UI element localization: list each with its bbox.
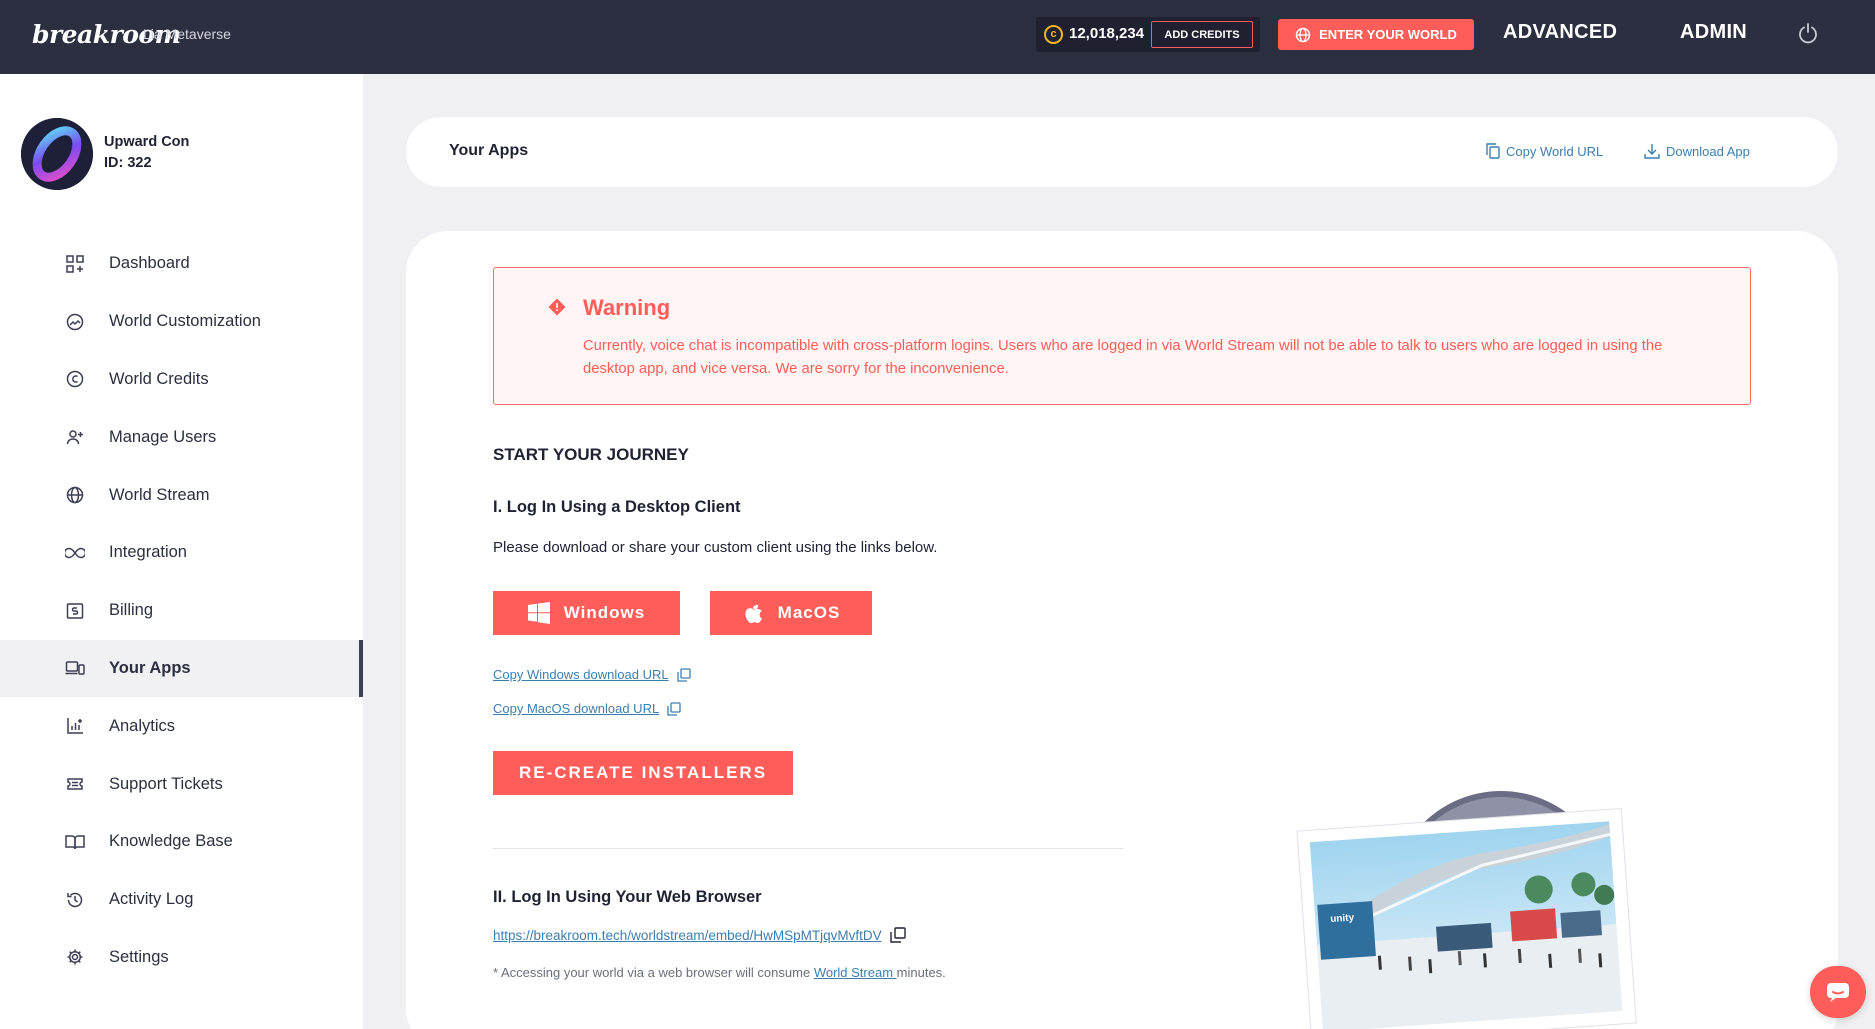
copy-world-url-button[interactable]: Copy World URL bbox=[1486, 143, 1603, 159]
sidebar-item-settings[interactable]: Settings bbox=[0, 929, 363, 987]
dashboard-icon bbox=[64, 253, 86, 275]
desktop-client-text: Please download or share your custom cli… bbox=[493, 539, 938, 556]
warning-banner: Warning Currently, voice chat is incompa… bbox=[493, 267, 1751, 405]
coin-icon: c bbox=[1044, 25, 1063, 44]
footnote-prefix: * Accessing your world via a web browser… bbox=[493, 965, 814, 980]
gear-icon bbox=[64, 946, 86, 968]
top-bar: breakroom Lia Metaverse c 12,018,234 ADD… bbox=[0, 0, 1875, 74]
credits-icon bbox=[64, 368, 86, 390]
sidebar-item-activity-log[interactable]: Activity Log bbox=[0, 871, 363, 929]
chat-support-button[interactable] bbox=[1810, 966, 1866, 1018]
infinity-icon bbox=[64, 542, 86, 564]
avatar[interactable] bbox=[21, 118, 93, 190]
sidebar-item-manage-users[interactable]: Manage Users bbox=[0, 408, 363, 466]
sidebar-item-label: Dashboard bbox=[109, 254, 190, 273]
content-card: Warning Currently, voice chat is incompa… bbox=[406, 231, 1838, 1029]
macos-download-button[interactable]: MacOS bbox=[710, 591, 872, 635]
sidebar-item-label: Activity Log bbox=[109, 890, 194, 909]
profile-name: Upward Con bbox=[104, 134, 190, 150]
add-user-icon bbox=[64, 426, 86, 448]
devices-icon bbox=[64, 657, 86, 679]
sidebar-item-label: World Stream bbox=[109, 485, 210, 504]
sidebar-item-label: Billing bbox=[109, 601, 154, 620]
profile-id: ID: 322 bbox=[104, 155, 152, 171]
warning-text: Currently, voice chat is incompatible wi… bbox=[583, 338, 1663, 377]
sidebar-item-label: World Customization bbox=[109, 312, 261, 331]
sidebar-item-label: Settings bbox=[109, 947, 169, 966]
org-name: Lia Metaverse bbox=[143, 26, 231, 42]
apple-icon bbox=[745, 604, 762, 624]
book-icon bbox=[64, 831, 86, 853]
copy-icon bbox=[676, 667, 691, 682]
download-app-label: Download App bbox=[1666, 143, 1750, 159]
world-stream-url-label: https://breakroom.tech/worldstream/embed… bbox=[493, 927, 882, 943]
warning-icon bbox=[548, 298, 566, 316]
copy-icon bbox=[1486, 143, 1500, 159]
sidebar-nav: Dashboard World Customization World Cred… bbox=[0, 235, 363, 986]
download-icon bbox=[1644, 144, 1660, 159]
footnote: * Accessing your world via a web browser… bbox=[493, 965, 946, 980]
page-header: Your Apps Copy World URL Download App bbox=[406, 117, 1838, 187]
admin-link[interactable]: ADMIN bbox=[1680, 21, 1747, 44]
palette-icon bbox=[64, 311, 86, 333]
desktop-client-heading: I. Log In Using a Desktop Client bbox=[493, 498, 741, 516]
world-preview-illustration: unity bbox=[1296, 791, 1637, 1029]
sidebar-item-billing[interactable]: Billing bbox=[0, 582, 363, 640]
globe-icon bbox=[1295, 27, 1311, 42]
sidebar-item-integration[interactable]: Integration bbox=[0, 524, 363, 582]
sidebar-item-world-stream[interactable]: World Stream bbox=[0, 466, 363, 524]
credits-panel: c 12,018,234 ADD CREDITS bbox=[1036, 17, 1260, 52]
sidebar-item-label: Support Tickets bbox=[109, 774, 223, 793]
copy-macos-url-link[interactable]: Copy MacOS download URL bbox=[493, 701, 681, 716]
world-stream-link[interactable]: World Stream bbox=[814, 965, 897, 980]
page-title: Your Apps bbox=[449, 142, 529, 159]
ticket-icon bbox=[64, 773, 86, 795]
advanced-link[interactable]: ADVANCED bbox=[1503, 21, 1617, 44]
journey-heading: START YOUR JOURNEY bbox=[493, 445, 689, 464]
history-icon bbox=[64, 889, 86, 911]
analytics-icon bbox=[64, 715, 86, 737]
copy-icon bbox=[667, 701, 681, 716]
copy-macos-url-label: Copy MacOS download URL bbox=[493, 701, 660, 716]
windows-label: Windows bbox=[563, 603, 646, 622]
enter-world-label: ENTER YOUR WORLD bbox=[1319, 27, 1457, 42]
sidebar-item-label: Manage Users bbox=[109, 427, 217, 446]
sidebar-item-your-apps[interactable]: Your Apps bbox=[0, 639, 363, 698]
footnote-suffix: minutes. bbox=[896, 965, 946, 980]
copy-windows-url-label: Copy Windows download URL bbox=[493, 667, 669, 682]
sidebar-item-label: Integration bbox=[109, 543, 187, 562]
svg-text:unity: unity bbox=[1330, 912, 1355, 925]
windows-download-button[interactable]: Windows bbox=[493, 591, 680, 635]
sidebar-item-label: Analytics bbox=[109, 716, 176, 735]
sidebar-item-label: Knowledge Base bbox=[109, 832, 233, 851]
sidebar-item-analytics[interactable]: Analytics bbox=[0, 697, 363, 755]
sidebar-item-label: World Credits bbox=[109, 369, 209, 388]
add-credits-button[interactable]: ADD CREDITS bbox=[1151, 21, 1253, 48]
windows-icon bbox=[527, 602, 550, 624]
sidebar: Upward Con ID: 322 Dashboard World Custo… bbox=[0, 74, 363, 1029]
chat-icon bbox=[1827, 983, 1849, 1002]
copy-world-url-label: Copy World URL bbox=[1506, 143, 1604, 159]
enter-world-button[interactable]: ENTER YOUR WORLD bbox=[1278, 19, 1474, 50]
credit-count: 12,018,234 bbox=[1069, 25, 1145, 42]
sidebar-item-support-tickets[interactable]: Support Tickets bbox=[0, 755, 363, 813]
copy-windows-url-link[interactable]: Copy Windows download URL bbox=[493, 667, 691, 682]
recreate-installers-button[interactable]: RE-CREATE INSTALLERS bbox=[493, 751, 793, 795]
section-divider bbox=[493, 848, 1123, 849]
globe-icon bbox=[64, 484, 86, 506]
download-app-button[interactable]: Download App bbox=[1644, 143, 1750, 159]
sidebar-item-label: Your Apps bbox=[109, 658, 191, 677]
world-stream-url[interactable]: https://breakroom.tech/worldstream/embed… bbox=[493, 927, 906, 943]
power-icon[interactable] bbox=[1797, 22, 1819, 44]
macos-label: MacOS bbox=[777, 603, 841, 622]
warning-title: Warning bbox=[583, 295, 671, 320]
web-browser-heading: II. Log In Using Your Web Browser bbox=[493, 888, 762, 906]
sidebar-item-knowledge-base[interactable]: Knowledge Base bbox=[0, 813, 363, 871]
sidebar-item-dashboard[interactable]: Dashboard bbox=[0, 235, 363, 293]
sidebar-item-world-customization[interactable]: World Customization bbox=[0, 293, 363, 351]
copy-icon[interactable] bbox=[889, 927, 906, 943]
sidebar-item-world-credits[interactable]: World Credits bbox=[0, 351, 363, 409]
billing-icon bbox=[64, 600, 86, 622]
